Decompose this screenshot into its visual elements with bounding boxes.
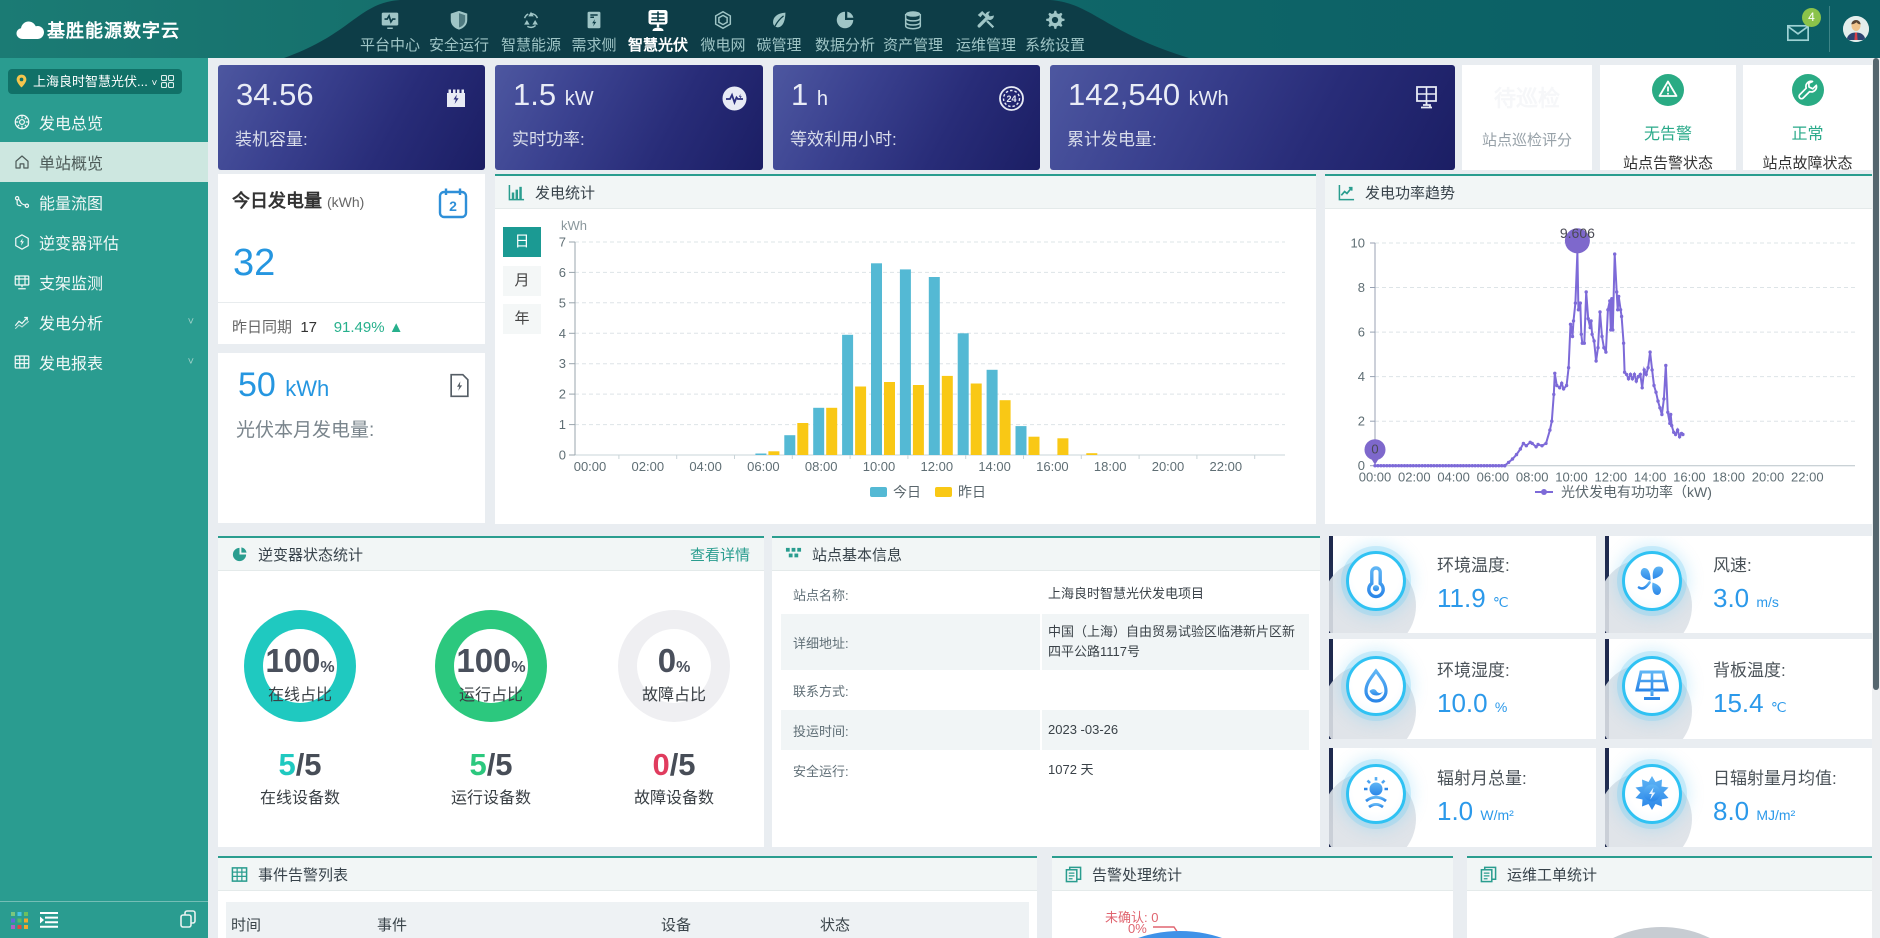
svg-text:16:00: 16:00 [1036,459,1069,474]
svg-text:00:00: 00:00 [574,459,607,474]
svg-text:4: 4 [559,326,566,341]
svg-text:0: 0 [559,448,566,463]
svg-text:18:00: 18:00 [1094,459,1127,474]
svg-text:6: 6 [1358,325,1365,340]
svg-text:kWh: kWh [561,218,587,233]
svg-text:20:00: 20:00 [1152,459,1185,474]
svg-text:8: 8 [1358,280,1365,295]
svg-text:10:00: 10:00 [863,459,896,474]
svg-text:7: 7 [559,235,566,250]
svg-text:昨日: 昨日 [958,484,986,500]
svg-text:10: 10 [1351,236,1365,251]
svg-text:10:00: 10:00 [1555,470,1588,485]
svg-text:22:00: 22:00 [1210,459,1243,474]
svg-text:今日: 今日 [893,484,921,500]
svg-text:4: 4 [1358,369,1365,384]
svg-text:0: 0 [1371,442,1378,457]
svg-text:12:00: 12:00 [1595,470,1628,485]
svg-text:02:00: 02:00 [1398,470,1431,485]
svg-text:04:00: 04:00 [689,459,722,474]
svg-text:06:00: 06:00 [747,459,780,474]
svg-text:2: 2 [449,198,457,214]
svg-text:24: 24 [1006,94,1016,104]
svg-text:20:00: 20:00 [1752,470,1785,485]
svg-text:04:00: 04:00 [1437,470,1470,485]
svg-text:2: 2 [559,387,566,402]
svg-text:06:00: 06:00 [1477,470,1510,485]
svg-text:14:00: 14:00 [1634,470,1667,485]
svg-text:00:00: 00:00 [1359,470,1392,485]
svg-text:1: 1 [559,417,566,432]
svg-text:6: 6 [559,265,566,280]
svg-text:3: 3 [559,356,566,371]
svg-text:光伏发电有功功率（kW): 光伏发电有功功率（kW) [1561,484,1712,500]
svg-text:12:00: 12:00 [921,459,954,474]
svg-text:18:00: 18:00 [1712,470,1745,485]
svg-text:08:00: 08:00 [1516,470,1549,485]
svg-text:02:00: 02:00 [632,459,665,474]
svg-text:14:00: 14:00 [978,459,1011,474]
svg-text:16:00: 16:00 [1673,470,1706,485]
svg-text:2: 2 [1358,414,1365,429]
svg-text:9.606: 9.606 [1560,225,1595,241]
svg-text:5: 5 [559,295,566,310]
svg-text:08:00: 08:00 [805,459,838,474]
svg-text:22:00: 22:00 [1791,470,1824,485]
